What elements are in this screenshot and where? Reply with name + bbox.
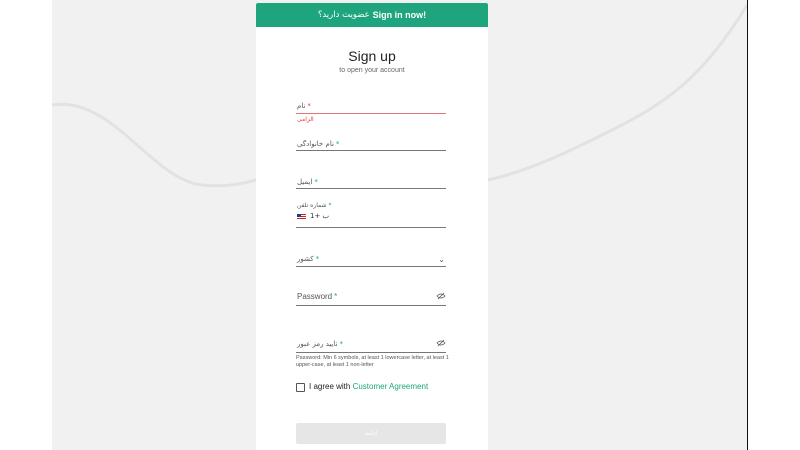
signin-banner: عضویت دارید؟ Sign in now!	[256, 3, 488, 27]
agreement-label: I agree with	[309, 382, 353, 391]
country-code: ب +1	[310, 212, 330, 220]
signin-question: عضویت دارید؟	[317, 10, 370, 20]
email-underline	[296, 188, 446, 189]
last-name-label: نام خانوادگی *	[297, 140, 340, 148]
password-label: Password *	[297, 292, 338, 301]
us-flag-icon[interactable]	[297, 214, 306, 220]
chevron-down-icon[interactable]: ⌄	[438, 255, 445, 264]
first-name-underline	[296, 113, 446, 114]
confirm-password-label: تایید رمز عبور *	[297, 340, 344, 348]
first-name-field[interactable]: نام * الزامی	[296, 99, 446, 129]
first-name-label: نام *	[297, 102, 311, 110]
phone-underline	[296, 227, 446, 228]
country-label: کشور *	[297, 255, 320, 263]
page-title: Sign up	[348, 48, 396, 64]
last-name-field[interactable]: نام خانوادگی *	[296, 136, 446, 156]
password-underline	[296, 305, 446, 306]
last-name-underline	[296, 150, 446, 151]
confirm-password-field[interactable]: تایید رمز عبور *	[296, 337, 446, 357]
viewport-edge	[747, 0, 748, 450]
eye-off-icon[interactable]	[436, 292, 446, 302]
confirm-password-underline	[296, 352, 446, 353]
phone-label: شماره تلفن *	[297, 202, 332, 209]
phone-field[interactable]: شماره تلفن * ب +1	[296, 202, 446, 232]
email-field[interactable]: ایمیل *	[296, 174, 446, 194]
customer-agreement-link[interactable]: Customer Agreement	[353, 382, 429, 391]
eye-off-icon[interactable]	[436, 339, 446, 349]
password-field[interactable]: Password *	[296, 290, 446, 310]
submit-button[interactable]: ادامه	[296, 423, 446, 444]
first-name-error: الزامی	[297, 116, 314, 123]
password-hint: Password: Min 6 symbols, at least 1 lowe…	[296, 355, 449, 368]
country-underline	[296, 266, 446, 267]
country-select[interactable]: کشور * ⌄	[296, 251, 446, 271]
email-label: ایمیل *	[297, 178, 318, 186]
agreement-text: I agree with Customer Agreement	[309, 382, 428, 391]
signin-link[interactable]: Sign in now!	[373, 10, 427, 20]
page-subtitle: to open your account	[339, 67, 405, 74]
agreement-checkbox[interactable]	[296, 383, 305, 392]
